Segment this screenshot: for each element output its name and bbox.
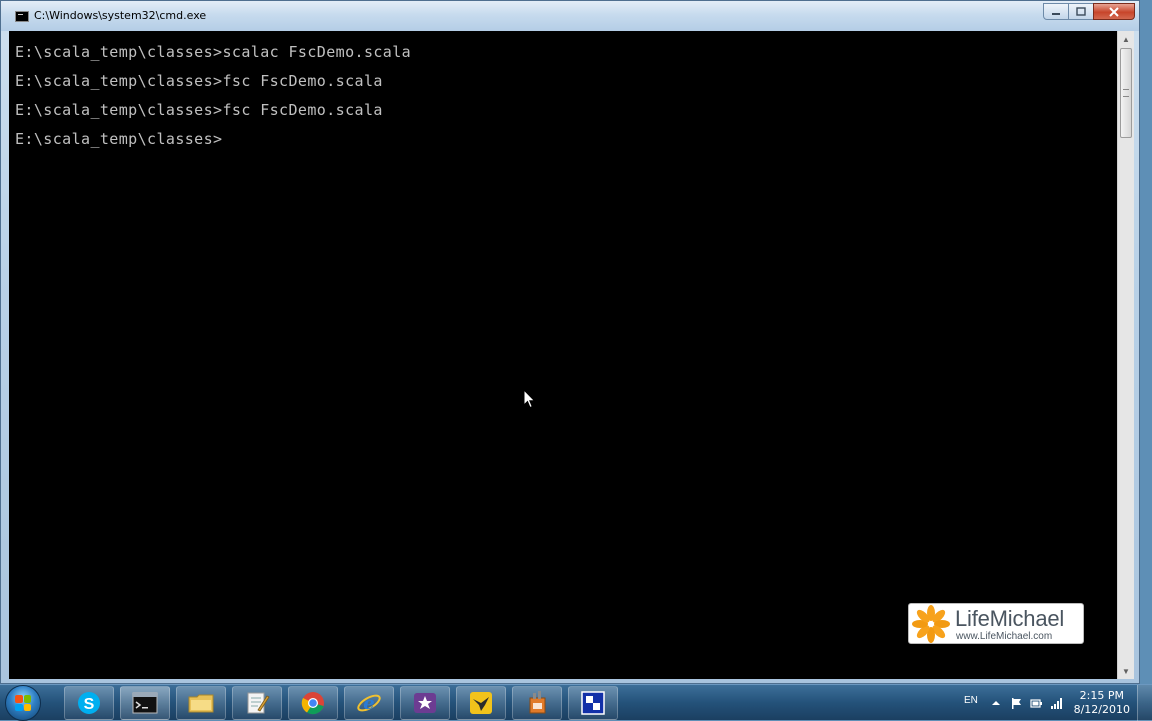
console-line: E:\scala_temp\classes>fsc FscDemo.scala <box>15 101 383 119</box>
taskbar-file-explorer[interactable] <box>176 686 226 720</box>
language-indicator[interactable]: EN <box>964 695 978 706</box>
svg-text:e: e <box>363 693 374 714</box>
console-line: E:\scala_temp\classes>scalac FscDemo.sca… <box>15 43 412 61</box>
taskbar-bird-app[interactable] <box>456 686 506 720</box>
taskbar-internet-explorer[interactable]: e <box>344 686 394 720</box>
taskbar-items: S e <box>64 686 624 720</box>
network-signal-icon[interactable] <box>1050 697 1062 709</box>
battery-power-icon[interactable] <box>1030 697 1042 709</box>
start-button[interactable] <box>5 685 41 721</box>
taskbar: S e EN 2:15 PM 8/12/2010 <box>0 684 1152 721</box>
clock[interactable]: 2:15 PM 8/12/2010 <box>1074 689 1130 717</box>
maximize-icon <box>1076 7 1086 16</box>
taskbar-skype[interactable]: S <box>64 686 114 720</box>
console-line: E:\scala_temp\classes>fsc FscDemo.scala <box>15 72 383 90</box>
command-prompt-icon <box>132 692 158 714</box>
action-center-flag-icon[interactable] <box>1010 697 1022 709</box>
console-output: E:\scala_temp\classes>scalac FscDemo.sca… <box>15 43 411 159</box>
internet-explorer-icon: e <box>357 693 381 714</box>
taskbar-text-editor[interactable] <box>232 686 282 720</box>
console-prompt: E:\scala_temp\classes> <box>15 130 223 148</box>
lifemichael-logo: LifeMichael www.LifeMichael.com <box>908 603 1084 644</box>
logo-url: www.LifeMichael.com <box>956 631 1053 642</box>
maximize-button[interactable] <box>1068 3 1094 20</box>
scrollbar-thumb[interactable] <box>1120 48 1132 138</box>
caption-buttons <box>1043 3 1135 21</box>
svg-text:S: S <box>84 696 95 713</box>
taskbar-chrome[interactable] <box>288 686 338 720</box>
grip-icon <box>1123 89 1129 97</box>
taskbar-installer[interactable] <box>512 686 562 720</box>
console-area[interactable]: E:\scala_temp\classes>scalac FscDemo.sca… <box>9 31 1117 679</box>
taskbar-visual-studio[interactable] <box>400 686 450 720</box>
clock-time: 2:15 PM <box>1079 689 1124 702</box>
clock-date: 8/12/2010 <box>1073 703 1130 716</box>
show-hidden-icons-icon[interactable] <box>990 697 1002 709</box>
logo-name: LifeMichael <box>955 606 1065 631</box>
title-bar[interactable]: C:\Windows\system32\cmd.exe <box>1 1 1139 31</box>
chrome-icon <box>301 692 324 715</box>
taskbar-command-prompt[interactable] <box>120 686 170 720</box>
scroll-up-icon[interactable]: ▲ <box>1118 31 1134 47</box>
cmd-window: C:\Windows\system32\cmd.exe E:\scala_tem… <box>0 0 1140 684</box>
blue-window-app-icon <box>581 691 605 715</box>
file-explorer-icon <box>188 694 214 713</box>
windows-logo-icon <box>15 695 31 711</box>
cmd-icon[interactable] <box>15 11 29 22</box>
text-editor-icon <box>247 692 270 714</box>
minimize-icon <box>1052 12 1060 15</box>
close-button[interactable] <box>1093 3 1135 20</box>
bird-app-icon <box>470 692 492 714</box>
window-title: C:\Windows\system32\cmd.exe <box>34 9 207 22</box>
minimize-button[interactable] <box>1043 3 1069 20</box>
flower-logo-icon <box>912 605 950 643</box>
scroll-down-icon[interactable]: ▼ <box>1118 663 1134 679</box>
vertical-scrollbar[interactable]: ▲ ▼ <box>1117 31 1134 679</box>
close-icon <box>1109 6 1119 17</box>
installer-icon <box>529 691 546 714</box>
show-desktop-button[interactable] <box>1137 685 1152 721</box>
taskbar-blue-window-app[interactable] <box>568 686 618 720</box>
system-tray: EN 2:15 PM 8/12/2010 <box>952 685 1152 721</box>
skype-icon: S <box>78 692 100 714</box>
visual-studio-icon <box>414 693 436 713</box>
